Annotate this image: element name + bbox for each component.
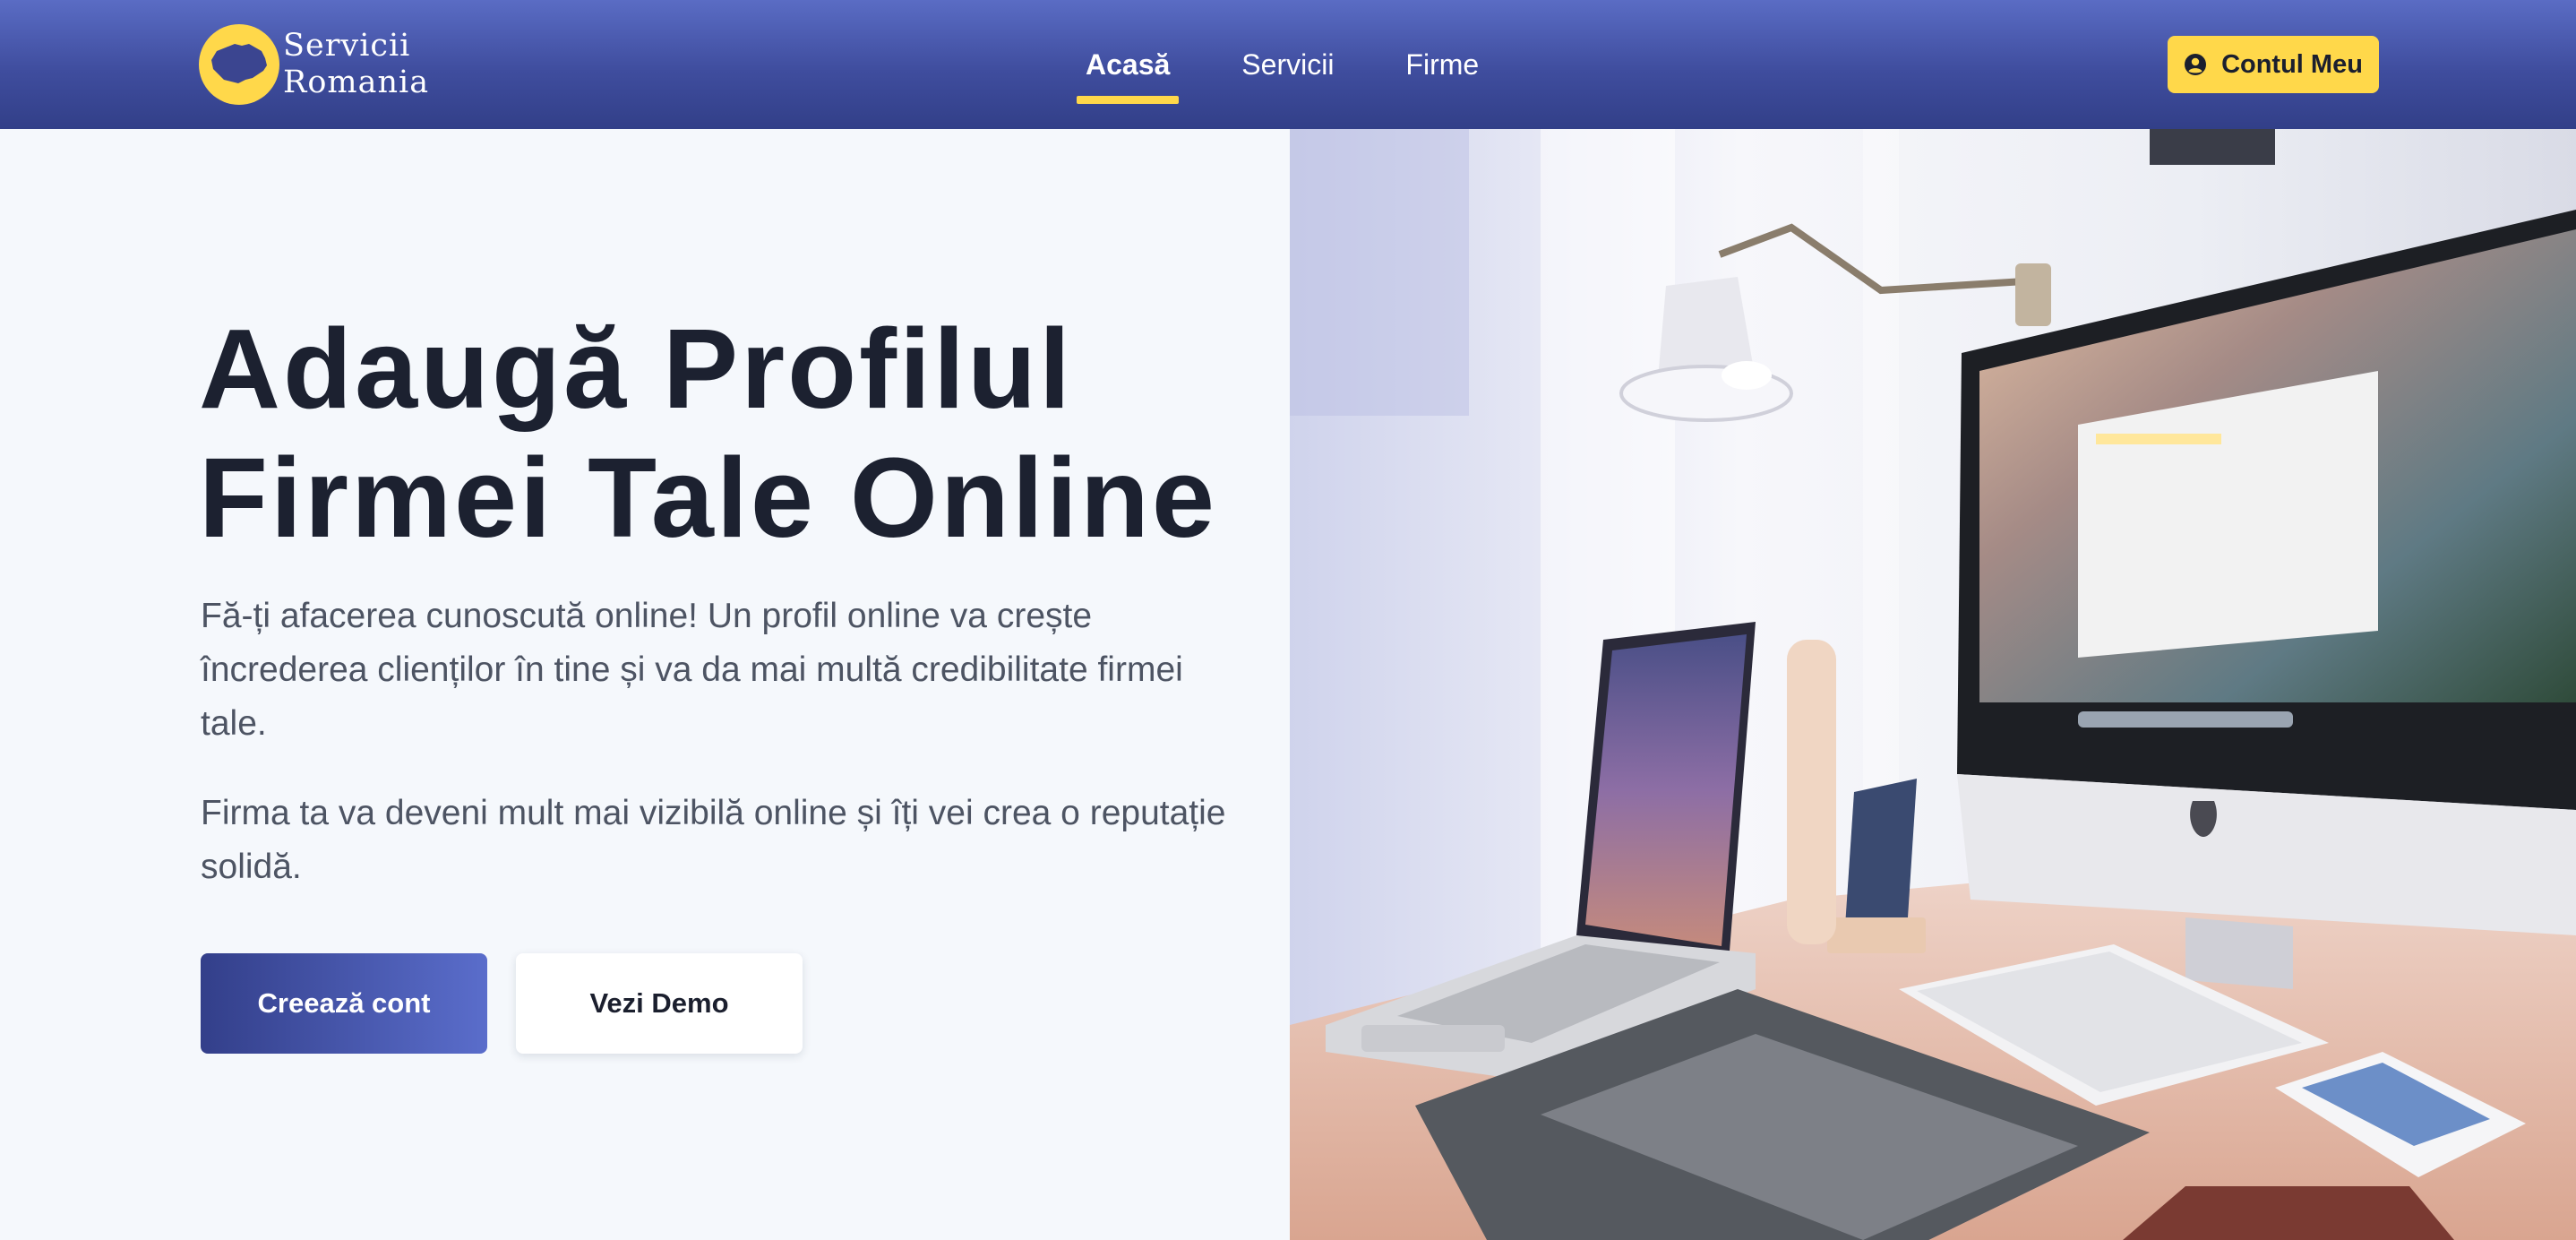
hero-workspace-image — [1290, 129, 2576, 1240]
brand-name-line1: Servicii — [283, 28, 411, 64]
account-button-label: Contul Meu — [2221, 49, 2363, 79]
hero-paragraph-1: Fă-ți afacerea cunoscută online! Un prof… — [201, 597, 1183, 743]
nav-item-companies[interactable]: Firme — [1405, 0, 1479, 129]
romania-map-icon — [199, 24, 279, 105]
hero-title: Adaugă Profilul Firmei Tale Online — [199, 305, 1229, 563]
account-button[interactable]: Contul Meu — [2168, 36, 2379, 93]
desk-workspace-illustration — [1290, 129, 2576, 1240]
user-circle-icon — [2184, 53, 2207, 76]
hero-section: Adaugă Profilul Firmei Tale Online Fă-ți… — [0, 129, 1290, 1240]
brand-name: Servicii Romania — [283, 28, 429, 101]
top-navbar: Servicii Romania Acasă Servicii Firme Co… — [0, 0, 2576, 129]
brand-logo[interactable]: Servicii Romania — [199, 24, 429, 105]
hero-title-line1: Adaugă Profilul — [199, 306, 1074, 432]
view-demo-button[interactable]: Vezi Demo — [516, 953, 803, 1054]
brand-name-line2: Romania — [283, 65, 430, 100]
nav-item-services[interactable]: Servicii — [1241, 0, 1334, 129]
hero-paragraph-2: Firma ta va deveni mult mai vizibilă onl… — [201, 794, 1226, 886]
main-nav: Acasă Servicii Firme — [1076, 0, 1550, 129]
create-account-button[interactable]: Creează cont — [201, 953, 487, 1054]
hero-title-line2: Firmei Tale Online — [199, 435, 1217, 561]
nav-item-home[interactable]: Acasă — [1076, 0, 1180, 129]
